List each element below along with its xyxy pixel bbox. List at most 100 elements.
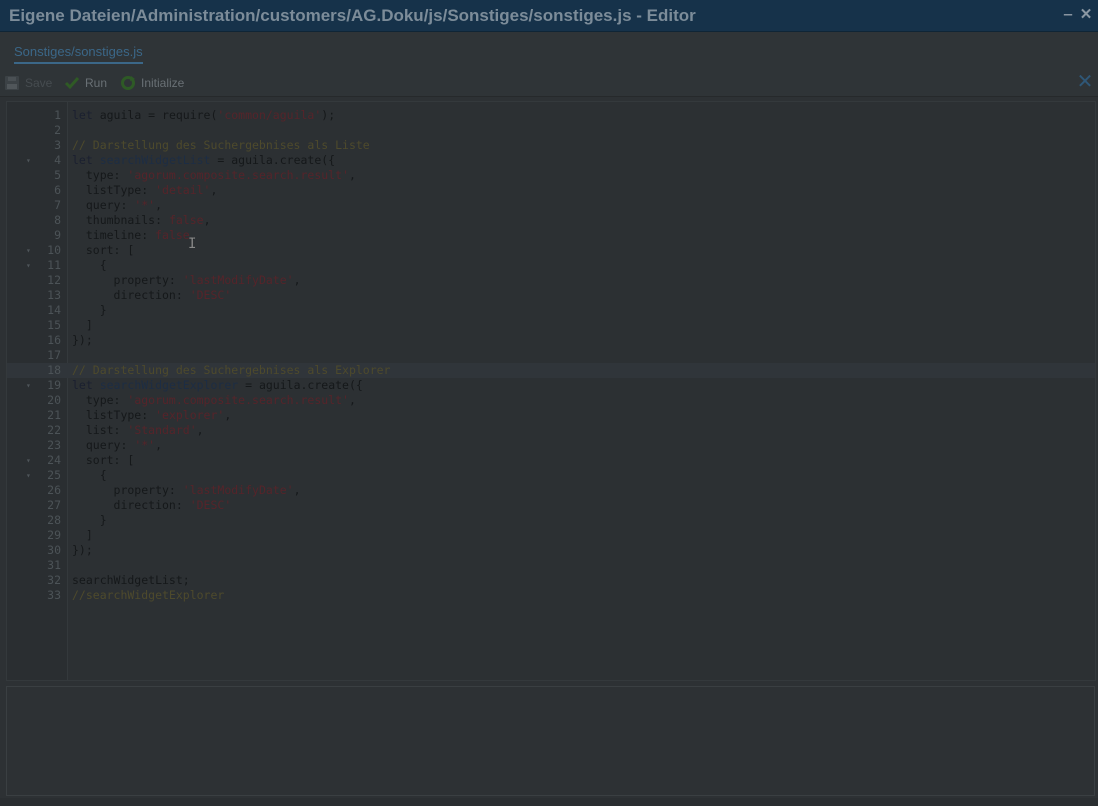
- code-line[interactable]: 30});: [7, 543, 1095, 558]
- code-token: // Darstellung des Suchergebnises als Li…: [72, 138, 370, 152]
- line-text: query: '*',: [72, 198, 162, 213]
- code-line[interactable]: 3 // Darstellung des Suchergebnises als L…: [7, 138, 1095, 153]
- line-text: listType: 'detail',: [72, 183, 218, 198]
- code-token: = aguila.create({: [238, 378, 363, 392]
- line-text: ]: [72, 318, 93, 333]
- line-number: 10: [47, 243, 61, 257]
- code-token: type:: [72, 393, 128, 407]
- code-line[interactable]: 15 ]: [7, 318, 1095, 333]
- save-label: Save: [25, 76, 53, 90]
- tab-sonstiges-js[interactable]: Sonstiges/sonstiges.js: [14, 44, 143, 64]
- line-text: ]: [72, 528, 93, 543]
- tab-bar: Sonstiges/sonstiges.js: [0, 32, 1098, 70]
- code-line[interactable]: 9 timeline: false,: [7, 228, 1095, 243]
- line-number: 17: [47, 348, 61, 362]
- line-text: thumbnails: false,: [72, 213, 211, 228]
- code-line[interactable]: ▾ 10 sort: [: [7, 243, 1095, 258]
- line-number: 23: [47, 438, 61, 452]
- code-token: query:: [72, 438, 135, 452]
- text-cursor-icon: I: [188, 236, 197, 252]
- code-token: // Darstellung des Suchergebnises als Ex…: [72, 363, 391, 377]
- code-token: query:: [72, 198, 135, 212]
- line-text: type: 'agorum.composite.search.result',: [72, 393, 356, 408]
- code-line[interactable]: 32 searchWidgetList;: [7, 573, 1095, 588]
- output-panel[interactable]: [6, 686, 1095, 796]
- code-line[interactable]: 18 // Darstellung des Suchergebnises als …: [7, 363, 1095, 378]
- line-text: sort: [: [72, 243, 134, 258]
- run-button[interactable]: Run: [64, 74, 107, 92]
- code-line[interactable]: 5 type: 'agorum.composite.search.result'…: [7, 168, 1095, 183]
- line-text: });: [72, 333, 93, 348]
- close-icon[interactable]: ✕: [1078, 6, 1094, 24]
- line-number: 3: [54, 138, 61, 152]
- line-number: 5: [54, 168, 61, 182]
- line-text: direction: 'DESC': [72, 498, 232, 513]
- code-line[interactable]: ▾ 11 {: [7, 258, 1095, 273]
- code-token: ,: [348, 168, 356, 182]
- code-line[interactable]: ▾ 4 let searchWidgetList = aguila.create({: [7, 153, 1095, 168]
- code-token: 'common/aguila': [217, 108, 322, 122]
- minimize-icon[interactable]: ‒: [1060, 6, 1076, 24]
- code-token: type:: [72, 168, 128, 182]
- line-text: // Darstellung des Suchergebnises als Ex…: [72, 363, 391, 378]
- code-token: direction:: [72, 498, 190, 512]
- status-bar: [0, 798, 1098, 806]
- code-line[interactable]: 31: [7, 558, 1095, 573]
- code-token: property:: [72, 273, 183, 287]
- checkmark-icon: [64, 75, 80, 91]
- code-line[interactable]: 21 listType: 'explorer',: [7, 408, 1095, 423]
- code-editor[interactable]: 1 let aguila = require('common/aguila'); 2…: [6, 101, 1096, 681]
- line-number: 1: [54, 108, 61, 122]
- code-token: 'Standard': [127, 423, 197, 437]
- refresh-icon: [120, 75, 136, 91]
- floppy-disk-icon: [4, 75, 20, 91]
- code-token: ,: [224, 408, 232, 422]
- code-line[interactable]: ▾ 25 {: [7, 468, 1095, 483]
- line-number: 24: [47, 453, 61, 467]
- code-line[interactable]: 22 list: 'Standard',: [7, 423, 1095, 438]
- code-line[interactable]: 26 property: 'lastModifyDate',: [7, 483, 1095, 498]
- line-number: 32: [47, 573, 61, 587]
- code-line[interactable]: 20 type: 'agorum.composite.search.result…: [7, 393, 1095, 408]
- code-token: ,: [348, 393, 356, 407]
- code-line[interactable]: 23 query: '*',: [7, 438, 1095, 453]
- code-line[interactable]: 7 query: '*',: [7, 198, 1095, 213]
- code-line[interactable]: 29 ]: [7, 528, 1095, 543]
- code-token: property:: [72, 483, 183, 497]
- code-token: 'DESC': [189, 288, 232, 302]
- code-line[interactable]: 13 direction: 'DESC': [7, 288, 1095, 303]
- code-line[interactable]: 17: [7, 348, 1095, 363]
- code-line[interactable]: 27 direction: 'DESC': [7, 498, 1095, 513]
- code-line[interactable]: 28 }: [7, 513, 1095, 528]
- code-token: '*': [134, 438, 156, 452]
- code-token: ,: [293, 483, 301, 497]
- line-number: 21: [47, 408, 61, 422]
- code-line[interactable]: ▾ 24 sort: [: [7, 453, 1095, 468]
- code-token: ,: [196, 423, 204, 437]
- code-line[interactable]: ▾ 19 let searchWidgetExplorer = aguila.cre…: [7, 378, 1095, 393]
- code-line[interactable]: 33 //searchWidgetExplorer: [7, 588, 1095, 603]
- code-line[interactable]: 12 property: 'lastModifyDate',: [7, 273, 1095, 288]
- code-line[interactable]: 6 listType: 'detail',: [7, 183, 1095, 198]
- code-line[interactable]: 2: [7, 123, 1095, 138]
- line-number: 2: [54, 123, 61, 137]
- code-token: ,: [155, 198, 163, 212]
- code-line[interactable]: 8 thumbnails: false,: [7, 213, 1095, 228]
- initialize-button[interactable]: Initialize: [120, 74, 184, 92]
- code-token: searchWidgetExplorer: [99, 378, 239, 392]
- line-text: let searchWidgetList = aguila.create({: [72, 153, 335, 168]
- line-text: });: [72, 543, 93, 558]
- save-button[interactable]: Save: [4, 74, 52, 92]
- code-line[interactable]: 16});: [7, 333, 1095, 348]
- line-text: {: [72, 258, 107, 273]
- line-text: let aguila = require('common/aguila');: [72, 108, 335, 123]
- code-token: 'explorer': [155, 408, 225, 422]
- line-text: }: [72, 513, 107, 528]
- line-text: sort: [: [72, 453, 134, 468]
- code-line[interactable]: 14 }: [7, 303, 1095, 318]
- close-icon[interactable]: ✕: [1076, 72, 1094, 92]
- code-token: listType:: [72, 183, 156, 197]
- window-titlebar[interactable]: Eigene Dateien/Administration/customers/…: [0, 0, 1098, 32]
- code-token: 'DESC': [189, 498, 232, 512]
- code-line[interactable]: 1 let aguila = require('common/aguila');: [7, 108, 1095, 123]
